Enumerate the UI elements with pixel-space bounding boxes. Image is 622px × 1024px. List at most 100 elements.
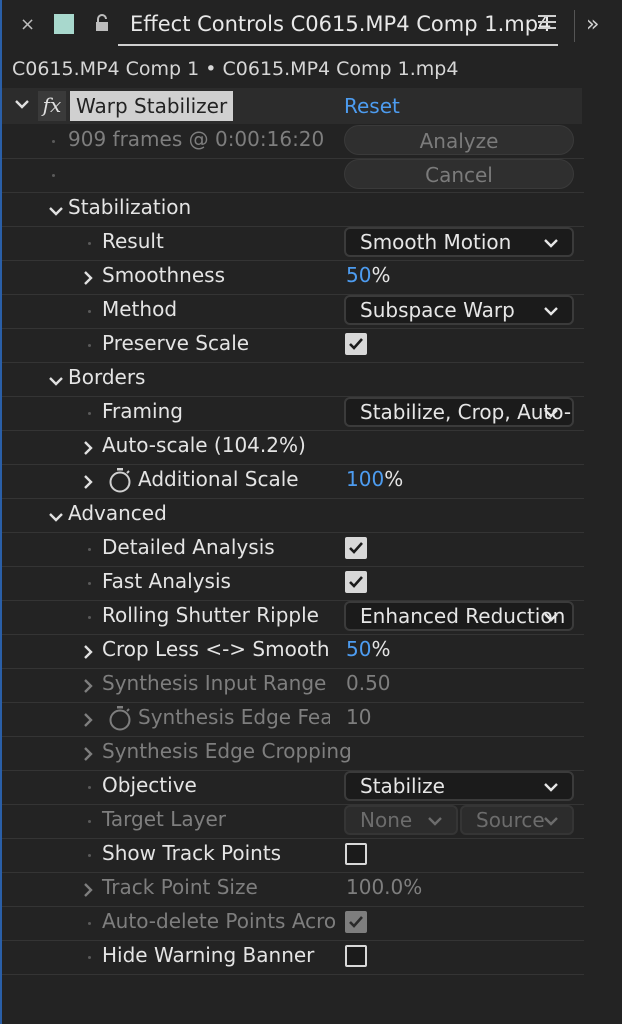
checkmark-icon <box>349 916 363 928</box>
crop-less-label: Crop Less <-> Smooth <box>102 637 330 661</box>
framing-label: Framing <box>102 399 183 423</box>
panel-menu-icon[interactable] <box>538 14 556 30</box>
detailed-analysis-checkbox[interactable] <box>345 537 367 559</box>
overflow-tabs-icon[interactable]: » <box>586 12 600 37</box>
tree-dot <box>52 174 55 177</box>
autoscale-label: Auto-scale (104.2%) <box>102 433 306 457</box>
synthesis-edge-feather-value: 10 <box>346 705 372 729</box>
crop-less-unit: % <box>371 637 391 661</box>
chevron-down-icon[interactable] <box>14 98 30 110</box>
hide-warning-label: Hide Warning Banner <box>102 943 315 967</box>
chevron-down-icon[interactable] <box>48 205 64 217</box>
fx-toggle-icon[interactable]: fx <box>38 91 66 121</box>
synthesis-input-range-value: 0.50 <box>346 671 391 695</box>
chevron-right-icon[interactable] <box>82 644 94 660</box>
target-layer-label: Target Layer <box>102 807 226 831</box>
stopwatch-icon[interactable] <box>108 467 132 493</box>
stabilization-section-label[interactable]: Stabilization <box>68 195 191 219</box>
additional-scale-label: Additional Scale <box>138 467 299 491</box>
show-track-points-label: Show Track Points <box>102 841 282 865</box>
checkmark-icon <box>349 576 363 588</box>
additional-scale-value-field[interactable]: 100% <box>346 467 403 491</box>
active-tab-indicator <box>118 44 558 46</box>
rolling-shutter-dropdown[interactable]: Enhanced Reduction <box>344 601 574 631</box>
result-label: Result <box>102 229 164 253</box>
smoothness-label: Smoothness <box>102 263 225 287</box>
borders-section-label[interactable]: Borders <box>68 365 145 389</box>
method-dropdown[interactable]: Subspace Warp <box>344 295 574 325</box>
additional-scale-unit: % <box>384 467 404 491</box>
framing-value: Stabilize, Crop, Auto-scale <box>360 400 572 424</box>
tree-dot <box>52 140 55 143</box>
chevron-down-icon <box>544 239 558 248</box>
tree-dot <box>88 412 91 415</box>
chevron-right-icon[interactable] <box>82 746 94 762</box>
chevron-down-icon[interactable] <box>48 375 64 387</box>
tree-dot <box>88 854 91 857</box>
method-label: Method <box>102 297 178 321</box>
additional-scale-value[interactable]: 100 <box>346 467 384 491</box>
smoothness-unit: % <box>371 263 391 287</box>
crop-less-value[interactable]: 50 <box>346 637 371 661</box>
chevron-down-icon <box>544 783 558 792</box>
synthesis-edge-feather-label: Synthesis Edge Feat <box>138 705 330 729</box>
result-value: Smooth Motion <box>360 230 512 254</box>
tab-title[interactable]: Effect Controls C0615.MP4 Comp 1.mp4 <box>130 12 551 36</box>
tab-separator <box>574 10 575 42</box>
chevron-down-icon[interactable] <box>48 511 64 523</box>
framing-dropdown[interactable]: Stabilize, Crop, Auto-scale <box>344 397 574 427</box>
chevron-down-icon <box>544 409 558 418</box>
label-color-swatch[interactable] <box>54 14 74 34</box>
tree-dot <box>88 616 91 619</box>
method-value: Subspace Warp <box>360 298 515 322</box>
tree-dot <box>88 242 91 245</box>
target-source-dropdown[interactable]: Source <box>460 805 574 835</box>
auto-delete-checkbox[interactable] <box>345 911 367 933</box>
target-layer-dropdown[interactable]: None <box>344 805 458 835</box>
close-tab-icon[interactable]: × <box>20 14 35 35</box>
target-source-value: Source <box>476 808 545 832</box>
target-layer-value: None <box>360 808 413 832</box>
analyze-button[interactable]: Analyze <box>344 125 574 155</box>
preserve-scale-checkbox[interactable] <box>345 333 367 355</box>
smoothness-value-field[interactable]: 50% <box>346 263 390 287</box>
tree-dot <box>88 582 91 585</box>
cancel-button[interactable]: Cancel <box>344 159 574 189</box>
lock-icon[interactable] <box>94 14 110 32</box>
chevron-right-icon[interactable] <box>82 882 94 898</box>
synthesis-input-range-label: Synthesis Input Range ( <box>102 671 330 695</box>
track-point-size-label: Track Point Size <box>102 875 258 899</box>
preserve-scale-label: Preserve Scale <box>102 331 250 355</box>
tree-dot <box>88 922 91 925</box>
result-dropdown[interactable]: Smooth Motion <box>344 227 574 257</box>
effect-name[interactable]: Warp Stabilizer <box>70 91 234 121</box>
rolling-shutter-value: Enhanced Reduction <box>360 604 566 628</box>
advanced-section-label[interactable]: Advanced <box>68 501 167 525</box>
chevron-right-icon[interactable] <box>82 712 94 728</box>
hide-warning-checkbox[interactable] <box>345 945 367 967</box>
panel-tab-bar: × Effect Controls C0615.MP4 Comp 1.mp4 » <box>2 0 622 50</box>
smoothness-value[interactable]: 50 <box>346 263 371 287</box>
objective-dropdown[interactable]: Stabilize <box>344 771 574 801</box>
fast-analysis-checkbox[interactable] <box>345 571 367 593</box>
analysis-status: 909 frames @ 0:00:16:20 <box>68 127 325 151</box>
tree-dot <box>88 786 91 789</box>
effect-controls-panel: × Effect Controls C0615.MP4 Comp 1.mp4 »… <box>0 0 622 1024</box>
chevron-right-icon[interactable] <box>82 678 94 694</box>
stopwatch-icon <box>109 706 131 731</box>
fast-analysis-label: Fast Analysis <box>102 569 231 593</box>
chevron-right-icon[interactable] <box>82 270 94 286</box>
chevron-right-icon[interactable] <box>82 440 94 456</box>
breadcrumb: C0615.MP4 Comp 1 • C0615.MP4 Comp 1.mp4 <box>12 58 459 80</box>
crop-less-value-field[interactable]: 50% <box>346 637 390 661</box>
checkmark-icon <box>349 542 363 554</box>
chevron-down-icon <box>428 817 442 826</box>
synthesis-edge-cropping-label: Synthesis Edge Cropping <box>102 739 352 763</box>
objective-label: Objective <box>102 773 197 797</box>
checkmark-icon <box>349 338 363 350</box>
chevron-down-icon <box>544 307 558 316</box>
tree-dot <box>88 548 91 551</box>
reset-link[interactable]: Reset <box>344 94 400 118</box>
show-track-points-checkbox[interactable] <box>345 843 367 865</box>
chevron-right-icon[interactable] <box>82 474 94 490</box>
